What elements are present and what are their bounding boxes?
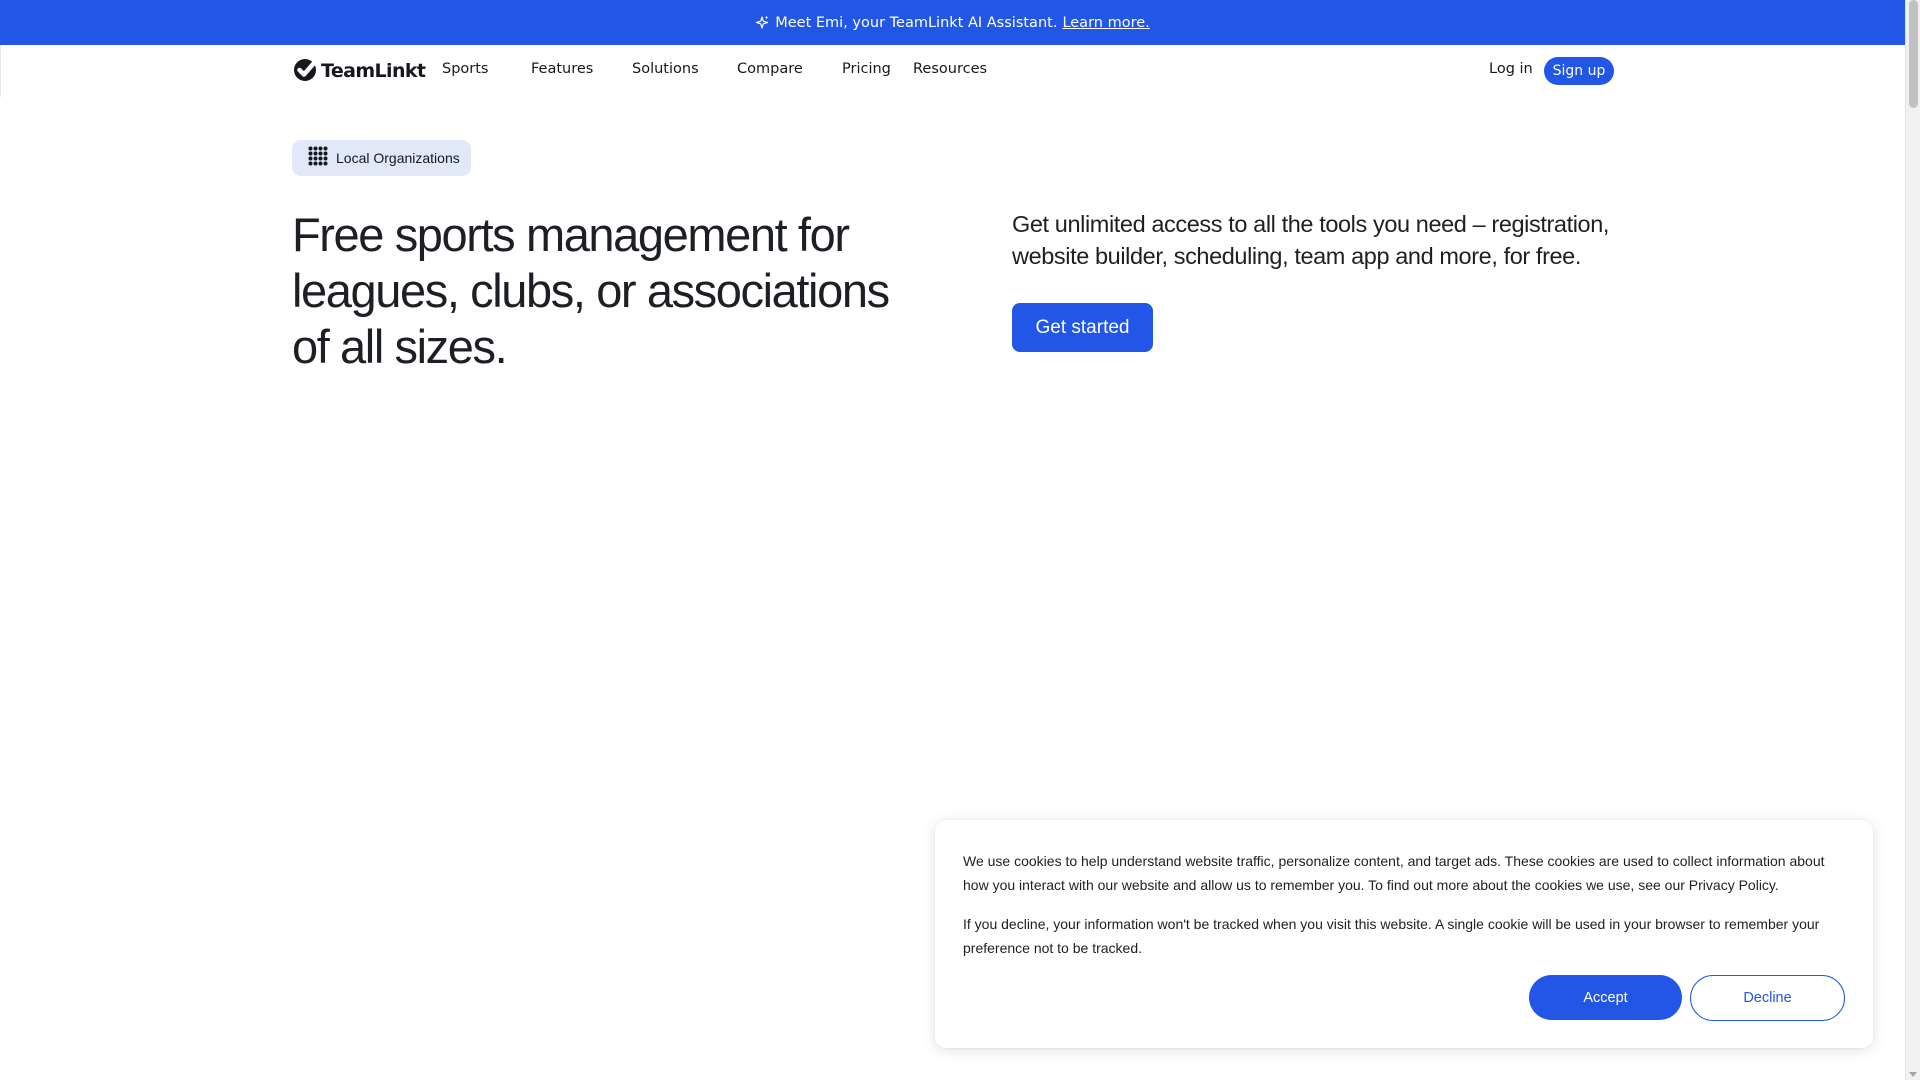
learn-more-link[interactable]: Learn more. xyxy=(1062,15,1149,31)
announcement-text: Meet Emi, your TeamLinkt AI Assistant. xyxy=(775,14,1058,31)
cookie-actions: Accept Decline xyxy=(1529,975,1845,1021)
accept-cookies-button[interactable]: Accept xyxy=(1529,975,1682,1020)
nav-item-pricing[interactable]: Pricing xyxy=(842,61,891,77)
hero-title: Free sports management for leagues, club… xyxy=(292,208,890,373)
scroll-down-arrow-icon[interactable] xyxy=(1909,1072,1917,1077)
sparkle-icon xyxy=(755,15,769,31)
local-organizations-badge[interactable]: Local Organizations xyxy=(292,140,471,176)
teamlinkt-logo[interactable]: TeamLinkt xyxy=(293,56,426,87)
nav-item-sports[interactable]: Sports xyxy=(442,61,488,77)
cookie-text-main: We use cookies to help understand websit… xyxy=(963,853,1825,893)
badge-label: Local Organizations xyxy=(336,150,460,166)
page-scrollbar[interactable] xyxy=(1905,0,1920,1080)
cookie-text-decline: If you decline, your information won't b… xyxy=(963,916,1820,956)
nav-item-resources[interactable]: Resources xyxy=(913,61,987,77)
decline-cookies-button[interactable]: Decline xyxy=(1690,975,1845,1021)
hero-subtitle: Get unlimited access to all the tools yo… xyxy=(1012,211,1609,269)
login-link[interactable]: Log in xyxy=(1489,61,1533,77)
nav-item-solutions[interactable]: Solutions xyxy=(632,61,699,77)
nav-item-features[interactable]: Features xyxy=(531,61,593,77)
grid-dots-icon xyxy=(308,146,328,171)
logo-text: TeamLinkt xyxy=(321,60,426,82)
main-nav: TeamLinkt Sports Features Solutions Comp… xyxy=(0,45,1905,97)
announcement-bar: Meet Emi, your TeamLinkt AI Assistant. L… xyxy=(0,0,1905,45)
nav-item-compare[interactable]: Compare xyxy=(737,61,803,77)
signup-button[interactable]: Sign up xyxy=(1544,57,1614,85)
scrollbar-thumb[interactable] xyxy=(1909,0,1918,108)
get-started-button[interactable]: Get started xyxy=(1012,303,1153,352)
cookie-banner: We use cookies to help understand websit… xyxy=(935,820,1873,1048)
check-circle-icon xyxy=(293,56,320,87)
